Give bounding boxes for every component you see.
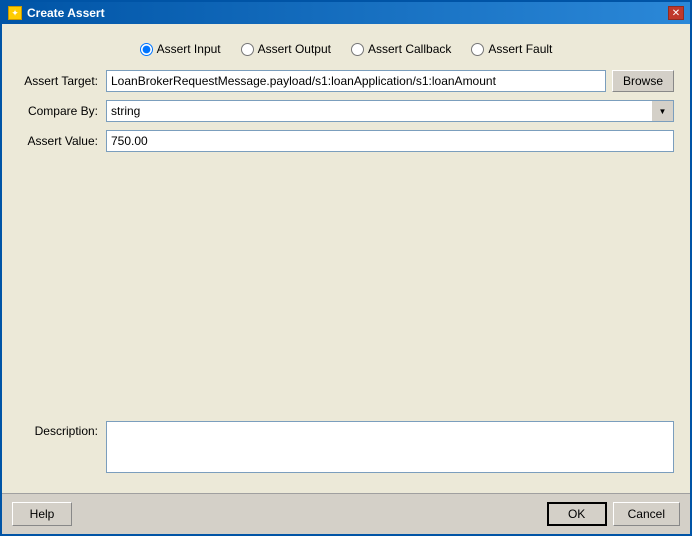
compare-by-controls: string integer float boolean xpath ▼ [106, 100, 674, 122]
window-icon: ✦ [8, 6, 22, 20]
radio-assert-input[interactable]: Assert Input [140, 42, 221, 56]
help-button[interactable]: Help [12, 502, 72, 526]
radio-output-control[interactable] [241, 43, 254, 56]
compare-by-select[interactable]: string integer float boolean xpath [106, 100, 674, 122]
assert-value-controls [106, 130, 674, 152]
radio-fault-label: Assert Fault [488, 42, 552, 56]
ok-cancel-group: OK Cancel [547, 502, 680, 526]
compare-by-label: Compare By: [18, 104, 98, 118]
assert-target-row: Assert Target: Browse [18, 70, 674, 92]
radio-input-control[interactable] [140, 43, 153, 56]
content-spacer [18, 152, 674, 421]
close-button[interactable]: ✕ [668, 6, 684, 20]
title-bar: ✦ Create Assert ✕ [2, 2, 690, 24]
assert-value-label: Assert Value: [18, 134, 98, 148]
assert-value-input[interactable] [106, 130, 674, 152]
dialog-content: Assert Input Assert Output Assert Callba… [2, 24, 690, 493]
radio-group: Assert Input Assert Output Assert Callba… [18, 34, 674, 70]
radio-assert-callback[interactable]: Assert Callback [351, 42, 451, 56]
radio-assert-output[interactable]: Assert Output [241, 42, 331, 56]
title-bar-left: ✦ Create Assert [8, 6, 105, 20]
compare-by-select-wrap: string integer float boolean xpath ▼ [106, 100, 674, 122]
radio-callback-label: Assert Callback [368, 42, 451, 56]
description-textarea[interactable] [106, 421, 674, 473]
radio-assert-fault[interactable]: Assert Fault [471, 42, 552, 56]
radio-input-label: Assert Input [157, 42, 221, 56]
assert-target-input[interactable] [106, 70, 606, 92]
radio-callback-control[interactable] [351, 43, 364, 56]
assert-target-label: Assert Target: [18, 74, 98, 88]
radio-output-label: Assert Output [258, 42, 331, 56]
button-row: Help OK Cancel [2, 493, 690, 534]
form-fields: Assert Target: Browse Compare By: string… [18, 70, 674, 152]
assert-target-controls: Browse [106, 70, 674, 92]
window-title: Create Assert [27, 6, 105, 20]
description-label: Description: [18, 421, 98, 438]
radio-fault-control[interactable] [471, 43, 484, 56]
description-row: Description: [18, 421, 674, 473]
ok-button[interactable]: OK [547, 502, 607, 526]
compare-by-row: Compare By: string integer float boolean… [18, 100, 674, 122]
assert-value-row: Assert Value: [18, 130, 674, 152]
cancel-button[interactable]: Cancel [613, 502, 680, 526]
create-assert-dialog: ✦ Create Assert ✕ Assert Input Assert Ou… [0, 0, 692, 536]
browse-button[interactable]: Browse [612, 70, 674, 92]
